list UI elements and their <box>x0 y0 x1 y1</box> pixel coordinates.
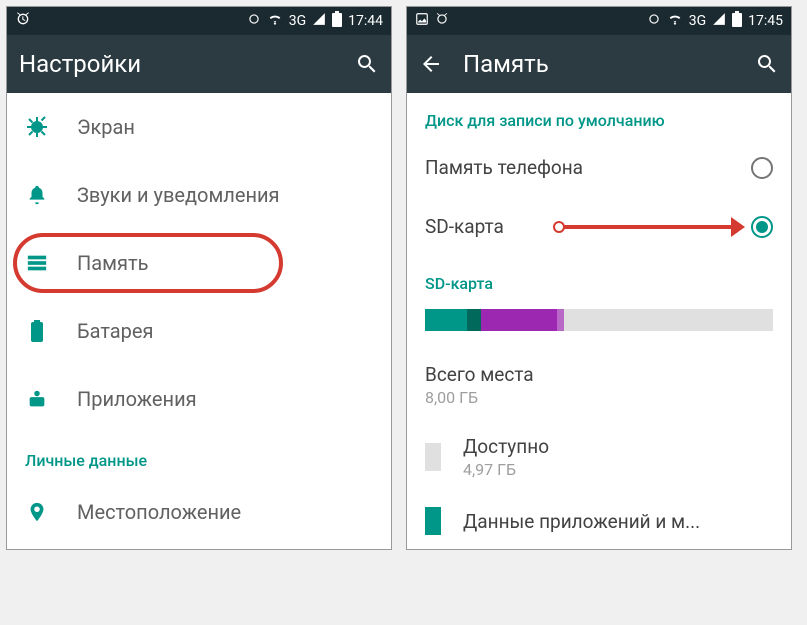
back-icon[interactable] <box>419 52 443 76</box>
storage-segment <box>425 309 467 331</box>
storage-row-value: 8,00 ГБ <box>425 388 534 407</box>
page-title: Память <box>463 50 735 78</box>
image-icon <box>415 12 429 30</box>
storage-total-row[interactable]: Всего места 8,00 ГБ <box>407 349 791 421</box>
settings-item-label: Экран <box>77 115 135 139</box>
settings-item-apps[interactable]: Приложения <box>7 365 391 433</box>
storage-row-value: 4,97 ГБ <box>463 460 549 479</box>
storage-segment <box>557 309 564 331</box>
phone-left: 3G 17:44 Настройки Экран Звуки и у <box>6 6 392 550</box>
search-icon[interactable] <box>355 52 379 76</box>
radio-checked-icon <box>751 216 773 238</box>
radio-sd-card[interactable]: SD-карта <box>407 197 791 256</box>
battery-icon <box>25 319 49 343</box>
app-bar: Настройки <box>7 35 391 93</box>
settings-item-label: Приложения <box>77 387 197 411</box>
signal-icon <box>312 12 326 30</box>
settings-item-label: Память <box>77 251 148 275</box>
app-bar: Память <box>407 35 791 93</box>
alarm-icon <box>15 11 31 31</box>
settings-list: Экран Звуки и уведомления Память Батарея <box>7 93 391 546</box>
display-icon <box>25 115 49 139</box>
wifi-icon <box>267 11 283 31</box>
radio-label: Память телефона <box>425 156 583 179</box>
arrow-annotation <box>557 225 741 229</box>
settings-item-label: Звуки и уведомления <box>77 183 280 207</box>
section-header-default-disk: Диск для записи по умолчанию <box>407 93 791 138</box>
settings-item-sound[interactable]: Звуки и уведомления <box>7 161 391 229</box>
battery-icon <box>732 11 742 31</box>
alarm-icon <box>647 12 661 30</box>
clock-label: 17:45 <box>748 13 783 29</box>
section-header-personal: Личные данные <box>7 433 391 478</box>
storage-icon <box>25 251 49 275</box>
settings-item-label: Местоположение <box>77 500 241 524</box>
clock-label: 17:44 <box>348 13 383 29</box>
phone-right: 3G 17:45 Память Диск для записи по умолч… <box>406 6 792 550</box>
network-label: 3G <box>289 13 306 29</box>
settings-item-storage[interactable]: Память <box>7 229 391 297</box>
wifi-icon <box>667 11 683 31</box>
section-header-sd: SD-карта <box>407 256 791 301</box>
settings-item-location[interactable]: Местоположение <box>7 478 391 546</box>
location-icon <box>25 500 49 524</box>
storage-apps-row[interactable]: Данные приложений и м... <box>407 493 791 549</box>
storage-usage-bar <box>425 309 773 331</box>
storage-row-title: Данные приложений и м... <box>463 510 700 533</box>
radio-phone-memory[interactable]: Память телефона <box>407 138 791 197</box>
search-icon[interactable] <box>755 52 779 76</box>
apps-icon <box>25 387 49 411</box>
radio-label: SD-карта <box>425 215 504 238</box>
radio-unchecked-icon <box>751 157 773 179</box>
alarm-icon <box>435 12 449 30</box>
bell-icon <box>25 183 49 207</box>
storage-row-title: Всего места <box>425 363 534 386</box>
settings-item-display[interactable]: Экран <box>7 93 391 161</box>
storage-available-row[interactable]: Доступно 4,97 ГБ <box>407 421 791 493</box>
settings-item-label: Батарея <box>77 319 153 343</box>
battery-icon <box>332 11 342 31</box>
status-bar: 3G 17:45 <box>407 7 791 35</box>
signal-icon <box>712 12 726 30</box>
storage-row-title: Доступно <box>463 435 549 458</box>
storage-segment <box>481 309 558 331</box>
settings-item-battery[interactable]: Батарея <box>7 297 391 365</box>
alarm-icon <box>247 12 261 30</box>
color-swatch <box>425 443 441 471</box>
color-swatch <box>425 507 441 535</box>
storage-segment <box>467 309 481 331</box>
network-label: 3G <box>689 13 706 29</box>
status-bar: 3G 17:44 <box>7 7 391 35</box>
page-title: Настройки <box>19 50 335 78</box>
